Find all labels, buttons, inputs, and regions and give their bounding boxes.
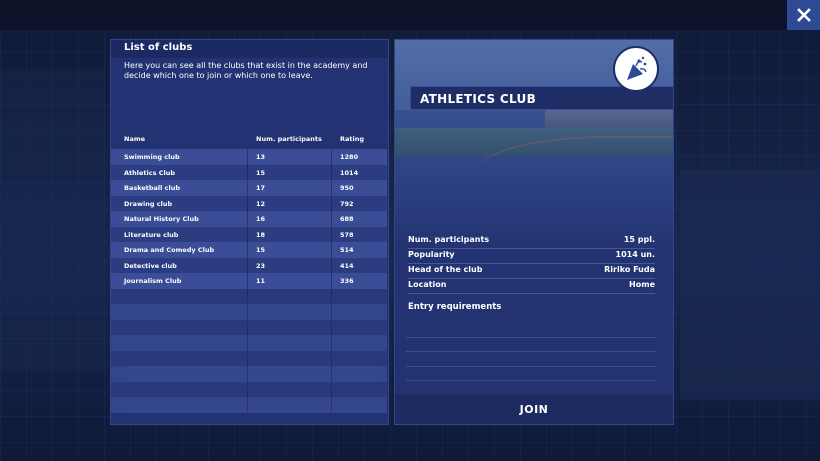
empty-row	[111, 335, 387, 351]
table-row[interactable]: Swimming club 13 1280	[111, 149, 387, 165]
club-detail-panel: ATHLETICS CLUB Num. participants 15 ppl. P…	[394, 39, 674, 425]
rating-cell: 414	[340, 261, 354, 270]
club-name-cell: Swimming club	[124, 153, 180, 161]
info-value: 1014 un.	[615, 250, 655, 259]
info-row: Num. participants 15 ppl.	[408, 234, 655, 249]
empty-row	[111, 350, 387, 366]
table-row[interactable]: Journalism Club 11 336	[111, 273, 387, 289]
rating-cell: 1280	[340, 153, 359, 161]
close-button[interactable]	[787, 0, 820, 30]
club-name-cell: Drama and Comedy Club	[124, 246, 215, 254]
rating-cell: 792	[340, 199, 354, 208]
requirements-title: Entry requirements	[408, 302, 502, 312]
club-title: ATHLETICS CLUB	[420, 92, 537, 106]
club-info: Num. participants 15 ppl. Popularity 1014 u…	[408, 234, 655, 294]
club-name-cell: Drawing club	[124, 199, 173, 208]
participants-cell: 23	[256, 261, 266, 270]
participants-cell: 15	[256, 246, 266, 254]
club-name-cell: Journalism Club	[124, 277, 182, 285]
top-bar	[0, 0, 820, 30]
participants-cell: 15	[256, 168, 266, 177]
empty-row	[111, 319, 387, 335]
empty-row	[111, 288, 387, 304]
club-list-panel: List of clubs Here you can see all the c…	[110, 39, 389, 425]
background-wall	[680, 170, 820, 400]
empty-row	[111, 381, 387, 397]
info-value: Ririko Fuda	[604, 265, 655, 274]
party-popper-icon	[627, 56, 647, 80]
empty-row	[111, 304, 387, 320]
info-row: Popularity 1014 un.	[408, 249, 655, 264]
empty-row	[111, 397, 387, 413]
table-row[interactable]: Drawing club 12 792	[111, 195, 387, 211]
rating-cell: 1014	[340, 168, 359, 177]
table-row[interactable]: Basketball club 17 950	[111, 180, 387, 196]
info-label: Num. participants	[408, 235, 490, 244]
join-label: JOIN	[519, 402, 549, 416]
info-label: Location	[408, 280, 447, 289]
participants-cell: 16	[256, 215, 266, 223]
info-value: Home	[629, 280, 655, 289]
table-row[interactable]: Detective club 23 414	[111, 257, 387, 273]
info-label: Head of the club	[408, 265, 483, 274]
panel-description: Here you can see all the clubs that exis…	[124, 61, 368, 80]
table-row[interactable]: Literature club 18 578	[111, 226, 387, 242]
info-label: Popularity	[408, 250, 455, 259]
participants-cell: 12	[256, 199, 266, 208]
rating-cell: 336	[340, 277, 354, 285]
club-name-cell: Natural History Club	[124, 215, 199, 223]
participants-cell: 13	[256, 153, 266, 161]
column-header-name[interactable]: Name	[124, 135, 145, 143]
rating-cell: 950	[340, 184, 354, 192]
club-badge	[613, 46, 659, 92]
table-row[interactable]: Natural History Club 16 688	[111, 211, 387, 227]
table-row[interactable]: Drama and Comedy Club 15 514	[111, 242, 387, 258]
close-icon	[796, 8, 811, 22]
club-name-cell: Literature club	[124, 230, 179, 239]
participants-cell: 11	[256, 277, 266, 285]
panel-title: List of clubs	[124, 42, 193, 53]
rating-cell: 514	[340, 246, 354, 254]
join-button[interactable]: JOIN	[395, 394, 673, 424]
table-row[interactable]: Athletics Club 15 1014	[111, 164, 387, 180]
background-wall-left	[0, 70, 105, 370]
participants-cell: 17	[256, 184, 266, 192]
info-value: 15 ppl.	[623, 235, 655, 244]
participants-cell: 18	[256, 230, 266, 239]
info-row: Head of the club Ririko Fuda	[408, 264, 655, 279]
column-header-participants[interactable]: Num. participants	[256, 135, 322, 143]
rating-cell: 688	[340, 215, 354, 223]
club-table: Swimming club 13 1280 Athletics Club 15 1014 B…	[111, 149, 388, 413]
club-name-cell: Basketball club	[124, 184, 180, 192]
requirements-list	[406, 323, 656, 381]
empty-row	[111, 366, 387, 382]
info-row: Location Home	[408, 279, 655, 294]
club-name-cell: Athletics Club	[124, 168, 176, 177]
column-header-rating[interactable]: Rating	[340, 135, 364, 143]
club-name-cell: Detective club	[124, 261, 177, 270]
rating-cell: 578	[340, 230, 354, 239]
